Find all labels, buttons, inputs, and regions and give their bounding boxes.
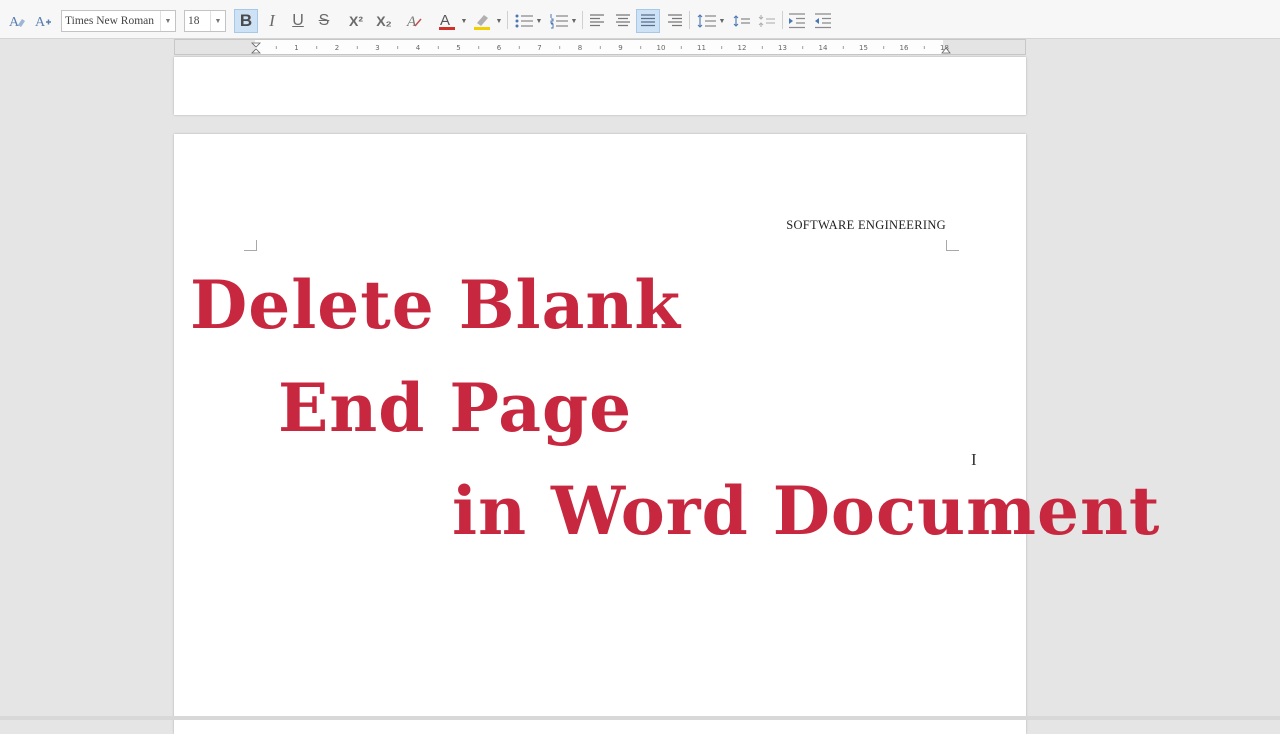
underline-button[interactable]: U [288, 9, 308, 33]
separator [582, 11, 583, 29]
chevron-down-icon[interactable]: ▼ [461, 18, 468, 25]
overlay-title-line-1: Delete Blank [190, 266, 682, 344]
superscript-button[interactable]: X² [344, 9, 368, 33]
bullet-list-icon [515, 14, 533, 28]
align-left-icon [590, 14, 604, 27]
increase-indent-icon [789, 13, 805, 29]
chevron-down-icon[interactable]: ▼ [496, 18, 503, 25]
numbered-list-button[interactable]: ▼ [546, 9, 580, 33]
svg-text:A: A [440, 12, 450, 29]
numbered-list-icon [550, 14, 568, 29]
align-left-button[interactable] [586, 9, 608, 33]
ruler-number: 13 [778, 44, 787, 52]
ruler-number: 15 [859, 44, 868, 52]
horizontal-ruler[interactable]: 1 2 3 4 5 6 7 8 9 10 11 12 13 14 15 16 18 [174, 39, 1026, 55]
font-color-button[interactable]: A ▼ [434, 9, 470, 33]
text-cursor-icon: I [971, 450, 977, 469]
separator [782, 11, 783, 29]
increase-indent-button[interactable] [786, 9, 808, 33]
svg-text:A: A [9, 15, 20, 29]
ruler-number: 11 [697, 44, 706, 52]
ruler-number: 3 [375, 44, 379, 52]
underline-icon: U [292, 12, 304, 29]
ruler-number: 1 [294, 44, 298, 52]
ruler-scale: 1 2 3 4 5 6 7 8 9 10 11 12 13 14 15 16 18 [251, 42, 951, 54]
chevron-down-icon[interactable]: ▼ [210, 11, 225, 31]
align-justify-icon [641, 14, 655, 27]
ruler-number: 9 [618, 44, 622, 52]
italic-button[interactable]: I [262, 9, 282, 33]
strikethrough-icon: S [318, 12, 330, 29]
ruler-number: 14 [819, 44, 828, 52]
align-center-icon [616, 14, 630, 27]
decrease-paragraph-spacing-button[interactable] [756, 9, 778, 33]
highlight-button[interactable]: ▼ [470, 9, 504, 33]
ruler-number: 16 [900, 44, 909, 52]
bold-button[interactable]: B [234, 9, 258, 33]
chevron-down-icon[interactable]: ▼ [160, 11, 175, 31]
ruler-number: 5 [456, 44, 460, 52]
paragraph-spacing-down-icon [758, 15, 775, 27]
superscript-icon: X² [349, 13, 363, 29]
svg-text:A: A [35, 15, 46, 29]
font-name-select[interactable]: Times New Roman ▼ [61, 10, 176, 32]
clear-direct-formatting-icon[interactable]: A [404, 9, 426, 33]
italic-icon: I [269, 11, 275, 30]
line-spacing-button[interactable]: ▼ [693, 9, 729, 33]
margin-corner-right [946, 240, 959, 251]
subscript-icon: X₂ [376, 13, 392, 29]
decrease-indent-icon [815, 13, 831, 29]
ruler-number: 6 [497, 44, 502, 52]
page-header-text: SOFTWARE ENGINEERING [786, 218, 946, 232]
ruler-number: 10 [657, 44, 666, 52]
align-justify-button[interactable] [636, 9, 660, 33]
overlay-title-line-3: in Word Document [452, 472, 1161, 550]
font-name-value: Times New Roman [65, 15, 155, 27]
align-right-icon [668, 14, 682, 27]
align-center-button[interactable] [612, 9, 634, 33]
first-line-indent-marker[interactable] [251, 42, 261, 54]
font-color-icon: A [438, 12, 455, 30]
margin-corner-left [244, 240, 257, 251]
align-right-button[interactable] [664, 9, 686, 33]
bullet-list-button[interactable]: ▼ [511, 9, 545, 33]
previous-page [174, 57, 1026, 115]
separator [689, 11, 690, 29]
clear-formatting-icon[interactable]: A [6, 9, 28, 33]
ruler-number: 4 [416, 44, 421, 52]
ruler-number: 12 [738, 44, 747, 52]
bold-icon: B [239, 11, 253, 30]
styles-icon[interactable]: A [32, 9, 54, 33]
overlay-title-line-2: End Page [278, 369, 633, 447]
separator [507, 11, 508, 29]
chevron-down-icon[interactable]: ▼ [536, 18, 543, 25]
status-bar-edge [0, 716, 1280, 720]
subscript-button[interactable]: X₂ [372, 9, 396, 33]
line-spacing-icon [697, 14, 716, 28]
ruler-number: 2 [335, 44, 339, 52]
chevron-down-icon[interactable]: ▼ [571, 18, 578, 25]
paragraph-spacing-up-icon [733, 15, 750, 27]
font-size-value: 18 [188, 15, 200, 27]
svg-text:A: A [406, 14, 417, 29]
formatting-toolbar: A A Times New Roman ▼ 18 ▼ B I U S X² X₂… [0, 0, 1280, 39]
ruler-number: 8 [578, 44, 582, 52]
increase-paragraph-spacing-button[interactable] [731, 9, 753, 33]
chevron-down-icon[interactable]: ▼ [719, 18, 726, 25]
highlighter-icon [473, 15, 490, 30]
ruler-number: 7 [537, 44, 541, 52]
strikethrough-button[interactable]: S [314, 9, 334, 33]
font-size-select[interactable]: 18 ▼ [184, 10, 226, 32]
decrease-indent-button[interactable] [812, 9, 834, 33]
